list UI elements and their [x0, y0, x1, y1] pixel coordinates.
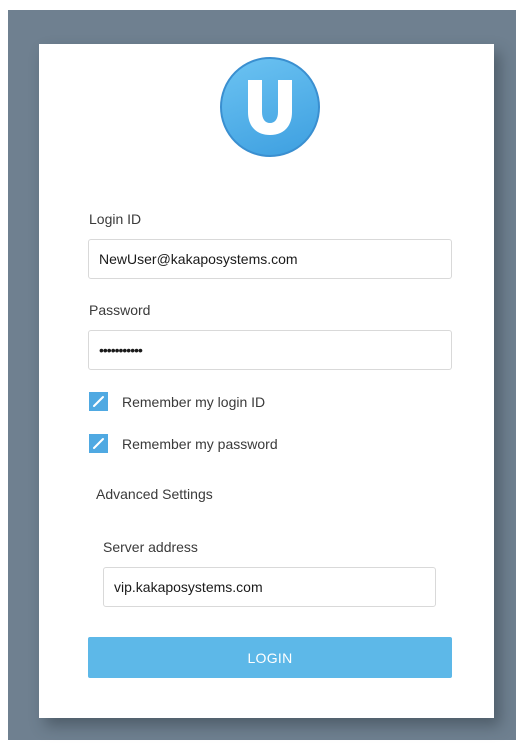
remember-login-checkbox[interactable]	[89, 392, 108, 411]
remember-password-label: Remember my password	[122, 435, 278, 452]
remember-login-label: Remember my login ID	[122, 393, 266, 410]
login-id-label: Login ID	[89, 211, 142, 227]
check-icon	[93, 438, 104, 449]
advanced-settings-toggle[interactable]: Advanced Settings	[96, 486, 213, 502]
password-label: Password	[89, 302, 151, 318]
login-id-input[interactable]	[88, 239, 452, 279]
password-input[interactable]	[88, 330, 452, 370]
login-panel: Login ID Password Remember my login ID R…	[39, 44, 494, 718]
u-letter-glyph	[248, 80, 292, 135]
remember-password-checkbox[interactable]	[89, 434, 108, 453]
login-button[interactable]: LOGIN	[88, 637, 452, 678]
server-address-label: Server address	[103, 539, 198, 555]
u-letter-logo-icon	[220, 57, 320, 157]
server-address-input[interactable]	[103, 567, 436, 607]
check-icon	[93, 396, 104, 407]
remember-password-row[interactable]: Remember my password	[89, 434, 278, 453]
remember-login-row[interactable]: Remember my login ID	[89, 392, 265, 411]
